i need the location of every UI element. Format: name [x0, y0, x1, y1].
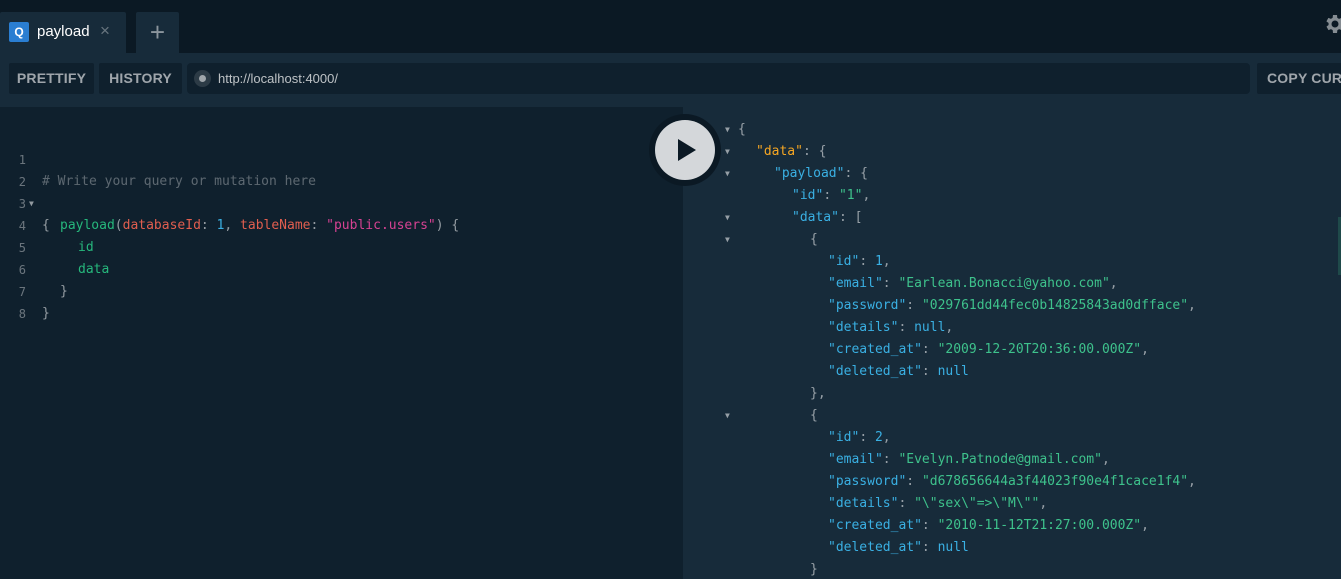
- fold-arrow-icon[interactable]: ▼: [725, 141, 730, 163]
- result-json-text: "id": 2,: [828, 430, 891, 445]
- result-line: },: [683, 383, 1341, 405]
- result-line: "password": "d678656644a3f44023f90e4f1ca…: [683, 471, 1341, 493]
- result-json-text: "created_at": "2009-12-20T20:36:00.000Z"…: [828, 342, 1149, 357]
- result-line: "email": "Earlean.Bonacci@yahoo.com",: [683, 273, 1341, 295]
- line-number: 8: [18, 307, 26, 321]
- editor-line: 7 }: [0, 259, 683, 321]
- result-json-text: "deleted_at": null: [828, 364, 969, 379]
- result-line: ▼{: [683, 119, 1341, 141]
- result-line: "deleted_at": null: [683, 361, 1341, 383]
- editor-line: 8: [0, 281, 683, 321]
- add-tab-button[interactable]: +: [136, 12, 179, 53]
- fold-arrow-icon[interactable]: ▼: [725, 207, 730, 229]
- fold-arrow-icon[interactable]: ▼: [725, 163, 730, 185]
- connection-status-icon: [194, 70, 211, 87]
- result-json-text: "deleted_at": null: [828, 540, 969, 555]
- result-json-text: "details": null,: [828, 320, 954, 335]
- result-json-text: "created_at": "2010-11-12T21:27:00.000Z"…: [828, 518, 1149, 533]
- result-json-text: {: [738, 122, 746, 137]
- tab-payload[interactable]: Q payload ×: [0, 12, 126, 53]
- result-line: "id": 1,: [683, 251, 1341, 273]
- close-icon[interactable]: ×: [100, 21, 110, 41]
- gear-icon[interactable]: [1322, 12, 1341, 36]
- play-icon: [678, 139, 696, 161]
- result-line: ▼{: [683, 405, 1341, 427]
- tab-title: payload: [37, 23, 90, 40]
- result-json-text: "id": "1",: [792, 188, 871, 203]
- fold-arrow-icon[interactable]: ▼: [725, 229, 730, 251]
- result-line: "email": "Evelyn.Patnode@gmail.com",: [683, 449, 1341, 471]
- result-line: "id": "1",: [683, 185, 1341, 207]
- fold-arrow-icon[interactable]: ▼: [725, 119, 730, 141]
- result-viewer[interactable]: ▼{▼ "data": {▼ "payload": {"id": "1", ▼ "dat…: [683, 107, 1341, 579]
- result-line: ▼{: [683, 229, 1341, 251]
- result-json-text: },: [810, 386, 826, 401]
- result-json-text: "details": "\"sex\"=>\"M\"",: [828, 496, 1048, 511]
- result-json-text: "email": "Earlean.Bonacci@yahoo.com",: [828, 276, 1118, 291]
- tab-bar: Q payload × +: [0, 0, 1341, 53]
- result-json-text: "id": 1,: [828, 254, 891, 269]
- result-line: ▼ "payload": {: [683, 163, 1341, 185]
- editor-line: 5 data: [0, 215, 683, 277]
- result-json-text: "password": "d678656644a3f44023f90e4f1ca…: [828, 474, 1196, 489]
- query-editor[interactable]: 1 # Write your query or mutation here 2 …: [0, 107, 683, 579]
- result-json-text: {: [810, 232, 818, 247]
- prettify-button[interactable]: PRETTIFY: [9, 63, 94, 94]
- result-line: "details": "\"sex\"=>\"M\"",: [683, 493, 1341, 515]
- result-line: "details": null,: [683, 317, 1341, 339]
- result-json-text: {: [810, 408, 818, 423]
- result-json-text: "email": "Evelyn.Patnode@gmail.com",: [828, 452, 1110, 467]
- result-json-text: "payload": {: [774, 166, 868, 181]
- result-line: ▼ "data": [: [683, 207, 1341, 229]
- result-line: "password": "029761dd44fec0b14825843ad0d…: [683, 295, 1341, 317]
- result-json-text: "data": {: [756, 144, 827, 159]
- result-line: "deleted_at": null: [683, 537, 1341, 559]
- editor-line: 6 }: [0, 237, 683, 299]
- result-json-text: "password": "029761dd44fec0b14825843ad0d…: [828, 298, 1196, 313]
- editor-line: 4 id: [0, 193, 683, 255]
- editor-line: 2 ▼ {: [0, 149, 683, 233]
- result-line: ▼ "data": {: [683, 141, 1341, 163]
- history-button[interactable]: HISTORY: [99, 63, 182, 94]
- result-json-text: }: [810, 562, 818, 577]
- result-json-text: "data": [: [792, 210, 863, 225]
- execute-query-button[interactable]: [655, 120, 715, 180]
- toolbar: PRETTIFY HISTORY http://localhost:4000/ …: [0, 53, 1341, 107]
- result-line: "id": 2,: [683, 427, 1341, 449]
- query-brace: }: [42, 306, 50, 321]
- fold-arrow-icon[interactable]: ▼: [725, 405, 730, 427]
- copy-curl-button[interactable]: COPY CURL: [1257, 63, 1341, 94]
- execute-button-ring: [649, 114, 721, 186]
- query-tab-badge: Q: [9, 22, 29, 42]
- result-line: }: [683, 559, 1341, 579]
- result-line: "created_at": "2009-12-20T20:36:00.000Z"…: [683, 339, 1341, 361]
- editor-line: 1 # Write your query or mutation here: [0, 127, 683, 189]
- endpoint-url-input[interactable]: http://localhost:4000/: [187, 63, 1250, 94]
- editor-line: 3 payload(databaseId: 1, tableName: "pub…: [0, 171, 683, 233]
- result-line: "created_at": "2010-11-12T21:27:00.000Z"…: [683, 515, 1341, 537]
- endpoint-url-text: http://localhost:4000/: [218, 71, 338, 86]
